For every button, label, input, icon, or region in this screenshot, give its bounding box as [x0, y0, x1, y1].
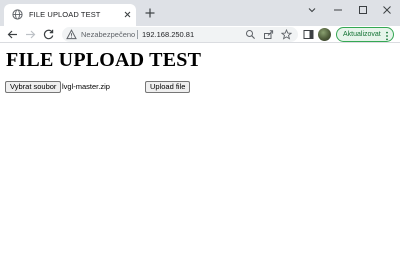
address-bar[interactable]: Nezabezpečeno 192.168.250.81 [62, 27, 298, 42]
address-separator [137, 30, 138, 39]
page-content: FILE UPLOAD TEST Vybrat soubor lvgl-mast… [0, 44, 400, 256]
selected-file-name: lvgl-master.zip [62, 82, 110, 91]
security-label: Nezabezpečeno [81, 30, 136, 39]
tab-strip: FILE UPLOAD TEST [0, 0, 400, 26]
tab-title: FILE UPLOAD TEST [29, 10, 101, 19]
new-tab-plus-icon[interactable] [144, 7, 156, 19]
choose-file-button[interactable]: Vybrat soubor [5, 81, 62, 93]
close-window-icon[interactable] [378, 3, 396, 17]
browser-toolbar: Nezabezpečeno 192.168.250.81 Aktualizova… [0, 26, 400, 43]
profile-avatar[interactable] [318, 28, 331, 41]
browser-tab[interactable]: FILE UPLOAD TEST [4, 4, 136, 26]
menu-dots-icon[interactable] [385, 30, 389, 41]
reload-icon[interactable] [42, 28, 55, 41]
update-button[interactable]: Aktualizovat [336, 27, 394, 42]
share-icon[interactable] [263, 29, 274, 40]
back-arrow-icon[interactable] [6, 28, 19, 41]
zoom-magnifier-icon[interactable] [245, 29, 256, 40]
globe-icon [12, 9, 23, 20]
minimize-icon[interactable] [329, 3, 347, 17]
update-label: Aktualizovat [343, 31, 381, 38]
upload-file-button[interactable]: Upload file [145, 81, 191, 93]
tab-search-chevron-icon[interactable] [303, 3, 321, 17]
page-heading: FILE UPLOAD TEST [6, 49, 202, 71]
forward-arrow-icon[interactable] [24, 28, 37, 41]
warning-triangle-icon[interactable] [66, 29, 77, 40]
side-panel-icon[interactable] [302, 28, 315, 41]
url-text[interactable]: 192.168.250.81 [142, 29, 194, 40]
bookmark-star-icon[interactable] [280, 28, 293, 40]
maximize-icon[interactable] [354, 3, 372, 17]
close-tab-icon[interactable] [122, 9, 133, 20]
